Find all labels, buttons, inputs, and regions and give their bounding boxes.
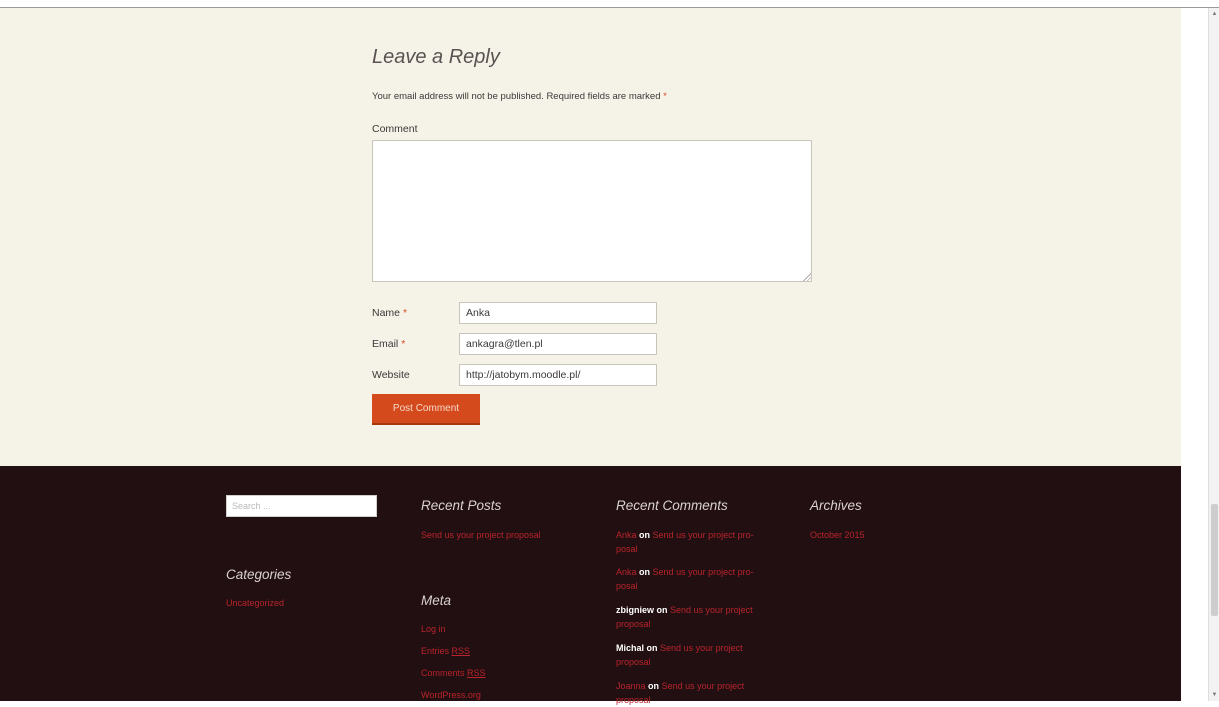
archives-title: Archives	[810, 498, 862, 513]
comment-author-link[interactable]: Anka	[616, 530, 637, 540]
comment-author-link[interactable]: Anka	[616, 567, 637, 577]
meta-comments-rss-link[interactable]: Comments RSS	[421, 668, 486, 678]
site-footer	[0, 466, 1181, 701]
search-input[interactable]	[226, 495, 377, 517]
recent-comment-item: Michal on Send us your project proposal	[616, 641, 776, 669]
email-label-text: Email	[372, 338, 399, 350]
post-comment-button[interactable]: Post Comment	[372, 394, 480, 425]
scroll-down-arrow-icon[interactable]: ▼	[1211, 691, 1218, 699]
category-link[interactable]: Uncategorized	[226, 598, 284, 608]
website-label: Website	[372, 369, 410, 381]
rss-abbr: RSS	[451, 646, 471, 656]
meta-entries-rss-link[interactable]: Entries RSS	[421, 646, 470, 656]
comment-notes: Your email address will not be published…	[372, 91, 667, 102]
name-input[interactable]	[459, 302, 657, 324]
scroll-up-arrow-icon[interactable]: ▲	[1211, 10, 1218, 18]
page-scrollbar[interactable]: ▲ ▼	[1208, 8, 1219, 701]
meta-login-link[interactable]: Log in	[421, 624, 446, 634]
required-mark: *	[401, 338, 406, 350]
comment-post-link[interactable]: Send us your project	[662, 681, 745, 691]
comment-notes-text: Your email address will not be published…	[372, 91, 661, 102]
recent-posts-title: Recent Posts	[421, 498, 502, 513]
comment-post-link[interactable]: Send us your project pro-	[653, 530, 754, 540]
entries-prefix: Entries	[421, 646, 450, 656]
recent-comment-item: Anka on Send us your project pro- posal	[616, 528, 776, 556]
on-word: on	[656, 605, 668, 615]
on-word: on	[639, 567, 651, 577]
recent-comment-item: zbigniew on Send us your project proposa…	[616, 603, 776, 631]
on-word: on	[639, 530, 651, 540]
comment-post-link-cont[interactable]: posal	[616, 544, 638, 554]
email-input[interactable]	[459, 333, 657, 355]
comment-author: zbigniew	[616, 605, 654, 615]
name-label-text: Name	[372, 307, 401, 319]
comment-post-link-cont[interactable]: proposal	[616, 695, 651, 705]
meta-wordpress-link[interactable]: WordPress.org	[421, 690, 481, 700]
comment-label: Comment	[372, 123, 418, 135]
on-word: on	[648, 681, 660, 691]
required-mark: *	[402, 307, 408, 319]
meta-title: Meta	[421, 593, 452, 608]
required-mark: *	[663, 91, 667, 102]
recent-comments-title: Recent Comments	[616, 498, 728, 513]
recent-comment-item: Joanna on Send us your project proposal	[616, 679, 776, 707]
categories-title: Categories	[226, 567, 292, 582]
scrollbar-thumb[interactable]	[1211, 504, 1218, 616]
comment-post-link-cont[interactable]: proposal	[616, 619, 651, 629]
recent-post-link[interactable]: Send us your project proposal	[421, 530, 541, 540]
name-label: Name *	[372, 307, 407, 319]
comment-post-link-cont[interactable]: proposal	[616, 657, 651, 667]
recent-comment-item: Anka on Send us your project pro- posal	[616, 565, 776, 593]
website-input[interactable]	[459, 364, 657, 386]
reply-title: Leave a Reply	[372, 46, 500, 68]
comment-author-link[interactable]: Joanna	[616, 681, 646, 691]
browser-top-edge	[0, 0, 1219, 8]
comment-author: Michal	[616, 643, 645, 653]
email-label: Email *	[372, 338, 405, 350]
comment-post-link[interactable]: Send us your project	[670, 605, 753, 615]
comment-post-link-cont[interactable]: posal	[616, 581, 638, 591]
rss-abbr: RSS	[467, 668, 486, 678]
comment-post-link[interactable]: Send us your project	[660, 643, 743, 653]
archive-link[interactable]: October 2015	[810, 530, 865, 540]
comments-prefix: Comments	[421, 668, 465, 678]
on-word: on	[646, 643, 658, 653]
resize-grip-icon[interactable]	[803, 273, 811, 281]
comment-textarea[interactable]	[372, 140, 812, 282]
comment-post-link[interactable]: Send us your project pro-	[653, 567, 754, 577]
